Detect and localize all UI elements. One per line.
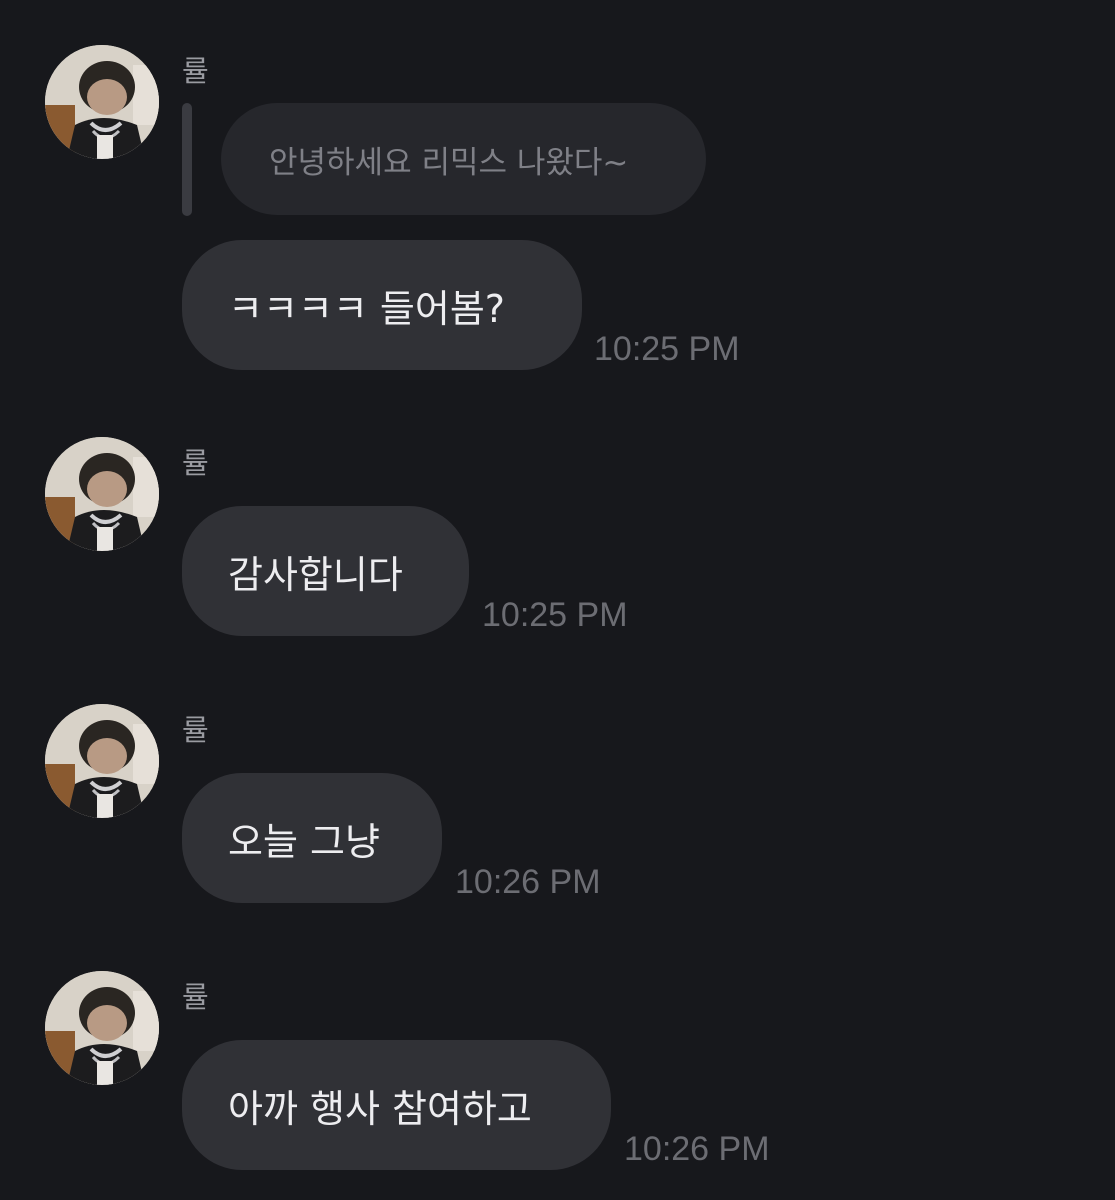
message-bubble[interactable]: 아까 행사 참여하고 bbox=[182, 1040, 611, 1170]
message-timestamp: 10:25 PM bbox=[594, 330, 740, 368]
sender-avatar[interactable] bbox=[45, 437, 159, 551]
avatar-photo-icon bbox=[45, 971, 159, 1085]
message-bubble[interactable]: 감사합니다 bbox=[182, 506, 469, 636]
sender-name: 률 bbox=[182, 980, 209, 1014]
message-timestamp: 10:25 PM bbox=[482, 596, 628, 634]
sender-avatar[interactable] bbox=[45, 704, 159, 818]
sender-name: 률 bbox=[182, 54, 209, 88]
message-timestamp: 10:26 PM bbox=[455, 863, 601, 901]
sender-avatar[interactable] bbox=[45, 45, 159, 159]
quote-bar bbox=[182, 103, 192, 216]
sender-name: 률 bbox=[182, 713, 209, 747]
avatar-photo-icon bbox=[45, 704, 159, 818]
avatar-photo-icon bbox=[45, 45, 159, 159]
message-bubble[interactable]: 오늘 그냥 bbox=[182, 773, 442, 903]
avatar-photo-icon bbox=[45, 437, 159, 551]
message-bubble[interactable]: ㅋㅋㅋㅋ 들어봄? bbox=[182, 240, 582, 370]
quoted-message[interactable]: 안녕하세요 리믹스 나왔다~ bbox=[221, 103, 706, 215]
message-timestamp: 10:26 PM bbox=[624, 1130, 770, 1168]
sender-name: 률 bbox=[182, 446, 209, 480]
sender-avatar[interactable] bbox=[45, 971, 159, 1085]
